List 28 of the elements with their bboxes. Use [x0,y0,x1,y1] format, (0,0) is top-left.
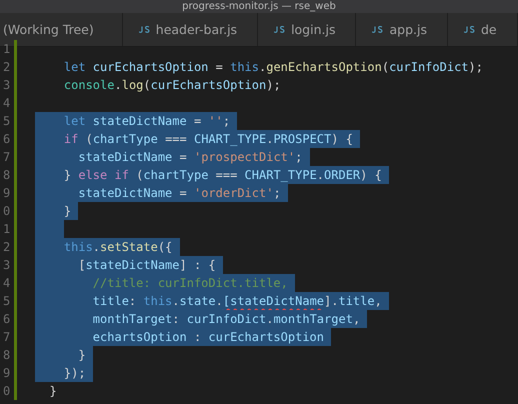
editor-tab[interactable]: header-bar.js [122,13,258,46]
code-line: let curEchartsOption = this.genEchartsOption(curInfoDict); [62,59,484,76]
editor-tab[interactable]: login.js [258,13,356,46]
editor-tab[interactable]: (Working Tree) [0,13,123,46]
line-number: 2 [2,240,12,254]
line-number: 3 [2,78,12,92]
line-number: 0 [2,384,12,398]
line-number: 3 [2,258,12,272]
window-title: progress-monitor.js — rse_web [182,0,336,12]
line-number: 8 [2,168,12,182]
editor-tab[interactable]: app.js [356,13,448,46]
line-number: 9 [2,186,12,200]
line-number: 7 [2,330,12,344]
line-number: 9 [2,366,12,380]
line-number: 5 [2,294,12,308]
line-number: 2 [2,60,12,74]
code-line: } [48,383,58,400]
line-number: 0 [2,204,12,218]
line-number: 5 [2,114,12,128]
code-line: console.log(curEchartsOption); [62,77,282,94]
line-number: 6 [2,312,12,326]
line-number: 7 [2,150,12,164]
line-number: 4 [2,96,12,110]
line-number: 4 [2,276,12,290]
line-number: 8 [2,348,12,362]
line-number: 1 [2,222,12,236]
line-number: 6 [2,132,12,146]
editor-tab[interactable]: de [448,13,518,46]
